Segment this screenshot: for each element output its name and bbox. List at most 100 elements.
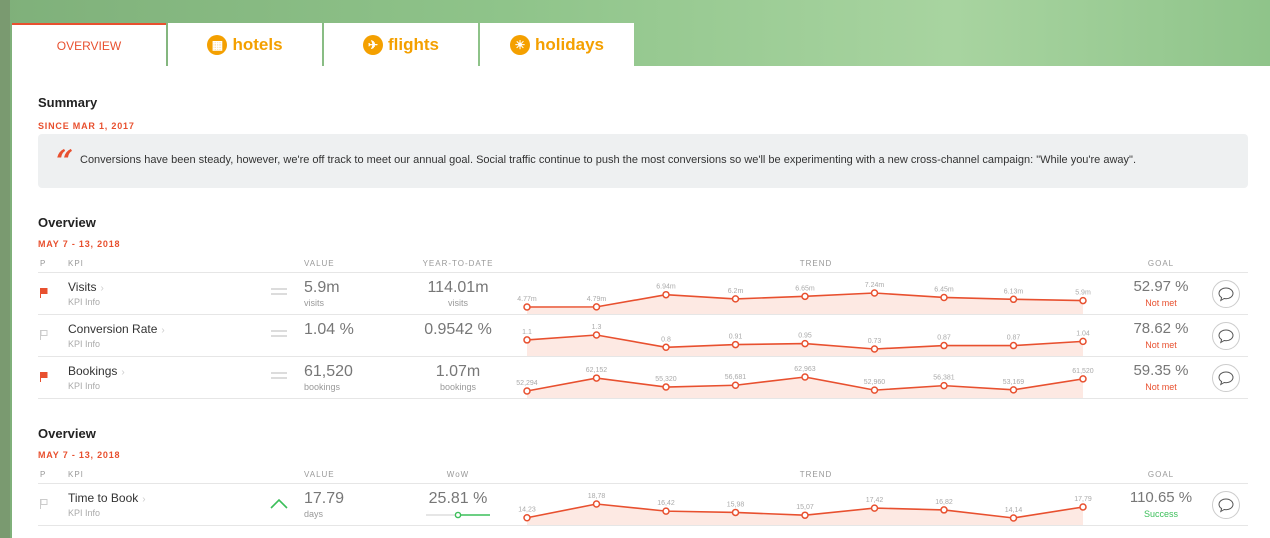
header-kpi: KPI bbox=[68, 470, 84, 479]
quote-icon: “ bbox=[56, 144, 74, 179]
comment-button[interactable] bbox=[1212, 364, 1240, 392]
trend-point-label: 62,152 bbox=[586, 367, 608, 374]
trend-point-label: 56,381 bbox=[933, 375, 955, 382]
kpi-name-text: Time to Book bbox=[68, 491, 139, 505]
kpi-table-2: P KPI VALUE WoW TREND GOAL Time to Book › KPI In… bbox=[38, 467, 1248, 526]
comment-icon bbox=[1218, 287, 1234, 302]
kpi-info-link[interactable]: KPI Info bbox=[68, 297, 100, 307]
trend-point-label: 16,82 bbox=[935, 499, 953, 506]
chevron-right-icon: › bbox=[100, 283, 104, 294]
trend-flat-icon bbox=[271, 330, 287, 337]
kpi-name-link[interactable]: Visits › bbox=[68, 280, 104, 294]
flag-icon[interactable] bbox=[40, 288, 48, 298]
goal-value: 59.35 % bbox=[1133, 362, 1189, 379]
trend-point bbox=[662, 507, 670, 515]
trend-point-label: 62,963 bbox=[794, 366, 816, 373]
trend-point-label: 1.04 bbox=[1076, 330, 1090, 337]
trend-point-label: 16,42 bbox=[657, 500, 675, 507]
comment-button[interactable] bbox=[1212, 491, 1240, 519]
trend-point bbox=[731, 381, 740, 389]
flag-icon[interactable] bbox=[40, 372, 48, 382]
trend-point-label: 17,79 bbox=[1074, 496, 1092, 503]
overview2-title: Overview bbox=[38, 426, 96, 441]
tab-holidays[interactable]: ☀ holidays bbox=[480, 23, 634, 66]
trend-flat-icon bbox=[271, 288, 287, 295]
comment-button[interactable] bbox=[1212, 280, 1240, 308]
trend-point bbox=[1009, 514, 1018, 522]
header-ytd: WoW bbox=[446, 470, 470, 479]
kpi-ytd: 1.07m bbox=[435, 363, 481, 380]
overview1-title: Overview bbox=[38, 215, 96, 230]
trend-point bbox=[1009, 341, 1018, 350]
trend-point bbox=[592, 374, 601, 382]
trend-point-label: 1.3 bbox=[592, 324, 602, 331]
trend-point-label: 5.9m bbox=[1075, 290, 1091, 297]
table-row: Bookings › KPI Info 61,520 bookings 1.07m book… bbox=[38, 357, 1248, 399]
trend-point-label: 61,520 bbox=[1072, 368, 1094, 375]
trend-point-label: 4.79m bbox=[587, 296, 607, 303]
trend-point-label: 53,169 bbox=[1003, 379, 1025, 386]
trend-point-label: 52,960 bbox=[864, 379, 886, 386]
kpi-name-link[interactable]: Conversion Rate › bbox=[68, 322, 165, 336]
trend-point bbox=[940, 506, 948, 514]
trend-point bbox=[523, 387, 531, 395]
goal-status: Not met bbox=[1145, 382, 1177, 392]
kpi-info-link[interactable]: KPI Info bbox=[68, 508, 100, 518]
goal-value: 110.65 % bbox=[1129, 489, 1193, 506]
kpi-info-link[interactable]: KPI Info bbox=[68, 339, 100, 349]
table-header: P KPI VALUE WoW TREND GOAL bbox=[38, 467, 1248, 484]
overview1-date: MAY 7 - 13, 2018 bbox=[38, 239, 121, 249]
trend-point bbox=[523, 336, 531, 344]
comment-button[interactable] bbox=[1212, 322, 1240, 350]
trend-point bbox=[731, 508, 740, 517]
header-value: VALUE bbox=[304, 470, 335, 479]
trend-flat-icon bbox=[271, 372, 287, 379]
trend-sparkline: 1.1 1.3 0.8 0.91 0.95 0.73 0.87 0.87 1.04 bbox=[522, 324, 1090, 356]
trend-point-label: 18,78 bbox=[588, 493, 606, 500]
trend-point-label: 6.2m bbox=[728, 288, 744, 295]
goal-value: 52.97 % bbox=[1133, 278, 1189, 295]
trend-point bbox=[870, 504, 879, 512]
tab-overview[interactable]: OVERVIEW bbox=[12, 23, 166, 66]
header-flag: P bbox=[40, 259, 47, 268]
trend-point bbox=[1079, 296, 1087, 305]
tab-label: OVERVIEW bbox=[56, 38, 122, 53]
kpi-name-text: Conversion Rate bbox=[68, 322, 158, 336]
trend-point bbox=[1009, 386, 1018, 394]
tab-flights[interactable]: ✈ flights bbox=[324, 23, 478, 66]
trend-point-label: 1.1 bbox=[522, 329, 532, 336]
trend-point-label: 14,14 bbox=[1005, 507, 1023, 514]
header-value: VALUE bbox=[304, 259, 335, 268]
kpi-table-1: P KPI VALUE YEAR-TO-DATE TREND GOAL Visits › KPI… bbox=[38, 256, 1248, 399]
chevron-right-icon: › bbox=[121, 367, 125, 378]
flag-icon[interactable] bbox=[40, 499, 48, 509]
trend-point bbox=[731, 340, 740, 349]
trend-point bbox=[1079, 337, 1087, 346]
chevron-right-icon: › bbox=[142, 494, 146, 505]
kpi-name-link[interactable]: Time to Book › bbox=[68, 491, 146, 505]
trend-point-label: 0.73 bbox=[868, 338, 882, 345]
trend-point bbox=[1009, 295, 1018, 304]
tab-label: flights bbox=[388, 34, 439, 54]
hotel-icon: ▦ bbox=[207, 34, 228, 55]
trend-point bbox=[801, 292, 809, 301]
trend-sparkline: 4.77m 4.79m 6.94m 6.2m 6.65m 7.24m 6.45m 6.13m 5… bbox=[517, 282, 1091, 314]
trend-point-label: 56,681 bbox=[725, 374, 747, 381]
kpi-name-link[interactable]: Bookings › bbox=[68, 364, 125, 378]
trend-sparkline: 52,294 62,152 55,320 56,681 62,963 52,960 56,3… bbox=[516, 366, 1094, 398]
summary-since: SINCE MAR 1, 2017 bbox=[38, 121, 135, 131]
plane-icon: ✈ bbox=[363, 34, 383, 55]
kpi-info-link[interactable]: KPI Info bbox=[68, 381, 100, 391]
goal-value: 78.62 % bbox=[1133, 320, 1189, 337]
flag-icon[interactable] bbox=[40, 330, 48, 340]
kpi-ytd-unit: visits bbox=[448, 298, 468, 308]
content-panel: Summary SINCE MAR 1, 2017 “ Conversions … bbox=[12, 66, 1270, 538]
tab-hotels[interactable]: ▦ hotels bbox=[168, 23, 322, 66]
trend-point-label: 55,320 bbox=[655, 376, 677, 383]
kpi-name-text: Bookings bbox=[68, 364, 118, 378]
trend-point bbox=[801, 373, 809, 381]
trend-point bbox=[870, 386, 879, 394]
trend-point bbox=[940, 293, 948, 302]
tab-label: holidays bbox=[535, 34, 604, 54]
trend-up-icon bbox=[270, 498, 288, 509]
